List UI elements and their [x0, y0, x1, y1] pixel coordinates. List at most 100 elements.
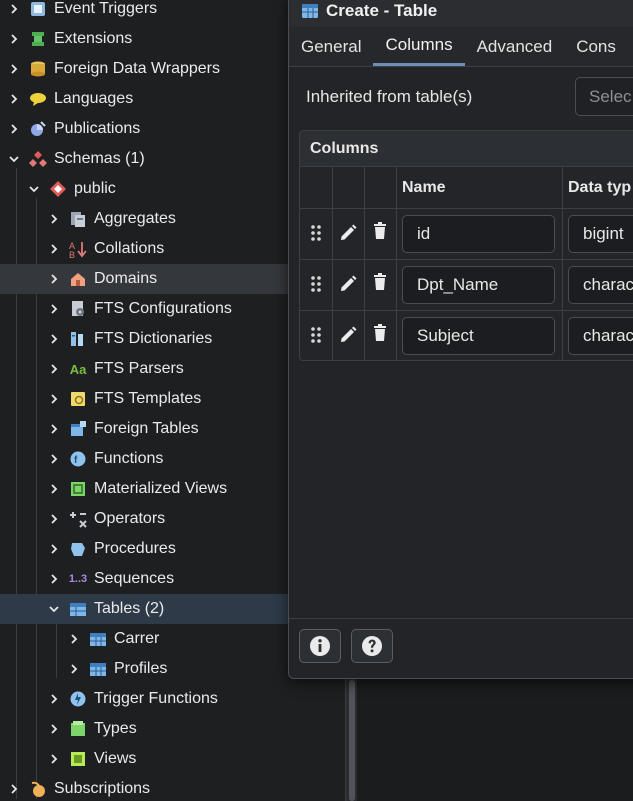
function-icon: f [68, 449, 88, 469]
chevron-right-icon[interactable] [48, 543, 60, 555]
language-icon [28, 89, 48, 109]
foreign-data-wrapper-icon [28, 59, 48, 79]
trash-icon[interactable] [369, 220, 391, 242]
tree-item-label: Functions [94, 450, 164, 467]
fts-parser-icon-text: Aa [69, 361, 87, 377]
chevron-right-icon[interactable] [48, 723, 60, 735]
drag-handle-icon[interactable] [305, 222, 327, 244]
chevron-right-icon[interactable] [48, 393, 60, 405]
svg-text:B: B [69, 250, 75, 258]
chevron-right-icon[interactable] [48, 243, 60, 255]
column-row: id bigint [300, 209, 633, 260]
tree-item-label: FTS Parsers [94, 360, 184, 377]
info-icon [310, 636, 330, 656]
tree-item-label: Languages [54, 90, 134, 107]
datatype-column-header: Data typ [568, 179, 632, 196]
drag-handle-icon[interactable] [305, 273, 327, 295]
tree-item-label: Schemas (1) [54, 150, 145, 167]
tree-item-label: Procedures [94, 540, 176, 557]
tree-item-label: Carrer [114, 630, 160, 647]
chevron-right-icon[interactable] [8, 93, 20, 105]
table-icon [302, 4, 318, 18]
column-name-value: Subject [417, 326, 474, 345]
chevron-right-icon[interactable] [48, 333, 60, 345]
columns-section-title: Columns [300, 131, 633, 167]
edit-icon[interactable] [337, 324, 359, 346]
chevron-right-icon[interactable] [48, 573, 60, 585]
column-datatype-select[interactable]: charac [568, 266, 633, 304]
scrollbar-thumb[interactable] [349, 680, 355, 801]
edit-icon[interactable] [337, 273, 359, 295]
chevron-right-icon[interactable] [48, 483, 60, 495]
drag-handle-icon[interactable] [305, 324, 327, 346]
type-icon [68, 719, 88, 739]
column-datatype-value: bigint [583, 224, 624, 243]
columns-panel: Columns Name Data typ id bigint Dpt_Name ch… [299, 130, 633, 361]
chevron-right-icon[interactable] [48, 753, 60, 765]
inherited-from-select[interactable]: Selec [575, 77, 633, 116]
chevron-right-icon[interactable] [8, 33, 20, 45]
event-trigger-icon [28, 0, 48, 19]
chevron-down-icon[interactable] [28, 183, 40, 195]
chevron-right-icon[interactable] [8, 63, 20, 75]
chevron-right-icon[interactable] [8, 783, 20, 795]
tree-item-label: Collations [94, 240, 165, 257]
chevron-right-icon[interactable] [68, 663, 80, 675]
tree-item-label: Aggregates [94, 210, 176, 227]
tab-general[interactable]: General [289, 27, 373, 66]
chevron-down-icon[interactable] [8, 153, 20, 165]
chevron-down-icon[interactable] [48, 603, 60, 615]
tables-icon [68, 599, 88, 619]
table-icon [88, 659, 108, 679]
dialog-title-bar[interactable]: Create - Table [289, 0, 633, 27]
chevron-right-icon[interactable] [48, 453, 60, 465]
sequence-icon: 1..3 [68, 569, 88, 589]
header-drag-cell [300, 167, 333, 208]
tree-item-label: Domains [94, 270, 158, 287]
edit-icon[interactable] [337, 222, 359, 244]
materialized-view-icon [68, 479, 88, 499]
column-name-input[interactable]: id [402, 215, 555, 253]
tree-item-label: FTS Dictionaries [94, 330, 213, 347]
column-name-value: id [417, 224, 431, 243]
column-name-input[interactable]: Subject [402, 317, 555, 355]
chevron-right-icon[interactable] [8, 3, 20, 15]
trash-icon[interactable] [369, 271, 391, 293]
chevron-right-icon[interactable] [8, 123, 20, 135]
fts-dictionary-icon [68, 329, 88, 349]
tree-item-types[interactable]: Types [0, 714, 345, 744]
chevron-right-icon[interactable] [48, 363, 60, 375]
column-datatype-select[interactable]: charac [568, 317, 633, 355]
tree-item-label: Foreign Tables [94, 420, 199, 437]
chevron-right-icon[interactable] [48, 693, 60, 705]
row-datatype-cell: charac [563, 311, 633, 360]
tree-item-subscriptions[interactable]: Subscriptions [0, 774, 345, 801]
chevron-right-icon[interactable] [48, 213, 60, 225]
header-delete-cell [365, 167, 397, 208]
row-name-cell: Dpt_Name [397, 260, 563, 310]
trash-icon[interactable] [369, 322, 391, 344]
row-edit-cell [333, 209, 365, 259]
chevron-right-icon[interactable] [48, 273, 60, 285]
help-button[interactable] [351, 629, 393, 663]
foreign-table-icon [68, 419, 88, 439]
info-button[interactable] [299, 629, 341, 663]
aggregate-icon [68, 209, 88, 229]
row-datatype-cell: bigint [563, 209, 633, 259]
tree-item-trigger-functions[interactable]: Trigger Functions [0, 684, 345, 714]
chevron-right-icon[interactable] [48, 423, 60, 435]
row-edit-cell [333, 260, 365, 310]
tab-advanced[interactable]: Advanced [465, 27, 565, 66]
chevron-right-icon[interactable] [48, 303, 60, 315]
tree-item-label: Materialized Views [94, 480, 228, 497]
column-name-input[interactable]: Dpt_Name [402, 266, 555, 304]
column-datatype-select[interactable]: bigint [568, 215, 633, 253]
table-icon [88, 629, 108, 649]
chevron-right-icon[interactable] [68, 633, 80, 645]
tab-columns[interactable]: Columns [373, 27, 465, 66]
column-datatype-value: charac [583, 275, 633, 294]
tree-item-views[interactable]: Views [0, 744, 345, 774]
tab-constraints[interactable]: Cons [564, 27, 628, 66]
chevron-right-icon[interactable] [48, 513, 60, 525]
view-icon [68, 749, 88, 769]
